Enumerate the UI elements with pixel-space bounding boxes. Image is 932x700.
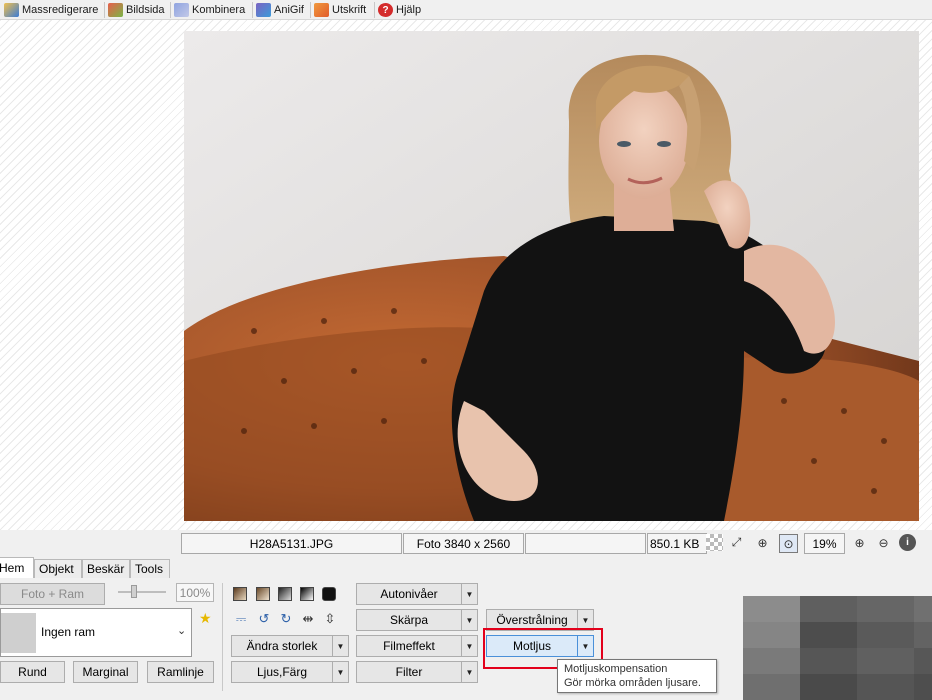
- light-color-button[interactable]: Ljus,Färg: [231, 661, 333, 683]
- filter-button[interactable]: Filter: [356, 661, 462, 683]
- frame-line-button[interactable]: Ramlinje: [147, 661, 214, 683]
- menu-bildsida[interactable]: Bildsida: [108, 1, 165, 19]
- flip-vertical-icon[interactable]: ⇳: [322, 611, 338, 627]
- flip-horizontal-icon[interactable]: ⇹: [300, 611, 316, 627]
- frame-preview-thumbnail: [1, 613, 36, 653]
- tooltip-title: Motljuskompensation: [564, 663, 668, 675]
- favorite-star-icon[interactable]: ★: [199, 611, 213, 625]
- filesize-field: 850.1 KB: [647, 533, 707, 554]
- film-effect-button[interactable]: Filmeffekt: [356, 635, 462, 657]
- grayscale-swatch-icon[interactable]: [278, 587, 292, 601]
- photo-preview[interactable]: [184, 31, 919, 521]
- photo-frame-button[interactable]: Foto + Ram: [0, 583, 105, 605]
- tab-objekt[interactable]: Objekt: [34, 559, 82, 578]
- menu-label: AniGif: [274, 4, 304, 16]
- film-effect-dropdown[interactable]: ▼: [461, 635, 478, 657]
- frame-select-value: Ingen ram: [41, 625, 96, 639]
- zoom-actual-size-icon[interactable]: ⊕: [754, 534, 771, 551]
- frame-select[interactable]: Ingen ram ⌄: [0, 608, 192, 657]
- combine-icon: [174, 3, 189, 17]
- sepia-light-swatch-icon[interactable]: [256, 587, 270, 601]
- anigif-icon: [256, 3, 271, 17]
- transparency-icon[interactable]: [706, 534, 723, 551]
- menu-kombinera[interactable]: Kombinera: [174, 1, 245, 19]
- filename-field: H28A5131.JPG: [181, 533, 402, 554]
- top-menu-bar: Massredigerare Bildsida Kombinera AniGif…: [0, 0, 932, 20]
- filter-dropdown[interactable]: ▼: [461, 661, 478, 683]
- zoom-level-field: 19%: [804, 533, 845, 554]
- fit-to-window-icon[interactable]: ⤢: [728, 534, 745, 551]
- rotate-left-icon[interactable]: ↺: [256, 611, 272, 627]
- light-color-dropdown[interactable]: ▼: [332, 661, 349, 683]
- backlight-tooltip: Motljuskompensation Gör mörka områden lj…: [557, 659, 717, 693]
- menu-label: Kombinera: [192, 4, 246, 16]
- menu-massredigerare[interactable]: Massredigerare: [4, 1, 98, 19]
- ribbon-divider: [222, 583, 223, 691]
- chevron-down-icon: ⌄: [177, 625, 187, 637]
- margin-button[interactable]: Marginal: [73, 661, 138, 683]
- straighten-icon[interactable]: ⎓: [233, 611, 249, 627]
- rotate-right-icon[interactable]: ↻: [278, 611, 294, 627]
- menu-anigif[interactable]: AniGif: [256, 1, 304, 19]
- tab-beskar[interactable]: Beskär: [82, 559, 130, 578]
- tooltip-description: Gör mörka områden ljusare.: [564, 677, 701, 689]
- opacity-slider-thumb[interactable]: [131, 585, 137, 598]
- invert-swatch-icon[interactable]: [322, 587, 336, 601]
- zoom-in-icon[interactable]: ⊕: [851, 534, 868, 551]
- image-page-icon: [108, 3, 123, 17]
- opacity-slider-track[interactable]: [118, 591, 166, 593]
- menu-label: Massredigerare: [22, 4, 99, 16]
- auto-levels-button[interactable]: Autonivåer: [356, 583, 462, 605]
- zoom-fit-icon[interactable]: ⊙: [779, 534, 798, 553]
- auto-levels-dropdown[interactable]: ▼: [461, 583, 478, 605]
- menu-label: Bildsida: [126, 4, 165, 16]
- round-button[interactable]: Rund: [0, 661, 65, 683]
- menu-hjalp[interactable]: ? Hjälp: [378, 1, 421, 19]
- batch-edit-icon: [4, 3, 19, 17]
- resize-dropdown[interactable]: ▼: [332, 635, 349, 657]
- dimensions-field: Foto 3840 x 2560: [403, 533, 524, 554]
- sharpen-dropdown[interactable]: ▼: [461, 609, 478, 631]
- menu-label: Utskrift: [332, 4, 367, 16]
- bw-swatch-icon[interactable]: [300, 587, 314, 601]
- menu-label: Hjälp: [396, 4, 422, 16]
- zoom-out-icon[interactable]: ⊖: [875, 534, 892, 551]
- sharpen-button[interactable]: Skärpa: [356, 609, 462, 631]
- tab-hem[interactable]: Hem: [0, 557, 34, 578]
- menu-utskrift[interactable]: Utskrift: [314, 1, 366, 19]
- tab-tools[interactable]: Tools: [130, 559, 170, 578]
- effect-preview: [743, 596, 932, 700]
- info-icon[interactable]: i: [899, 534, 916, 551]
- portrait-photo: [184, 31, 919, 521]
- empty-status-field: [525, 533, 646, 554]
- opacity-field[interactable]: 100%: [176, 583, 214, 602]
- status-bar: H28A5131.JPG Foto 3840 x 2560 850.1 KB ⤢…: [0, 530, 932, 557]
- sepia-dark-swatch-icon[interactable]: [233, 587, 247, 601]
- help-icon: ?: [378, 3, 393, 17]
- print-icon: [314, 3, 329, 17]
- resize-button[interactable]: Ändra storlek: [231, 635, 333, 657]
